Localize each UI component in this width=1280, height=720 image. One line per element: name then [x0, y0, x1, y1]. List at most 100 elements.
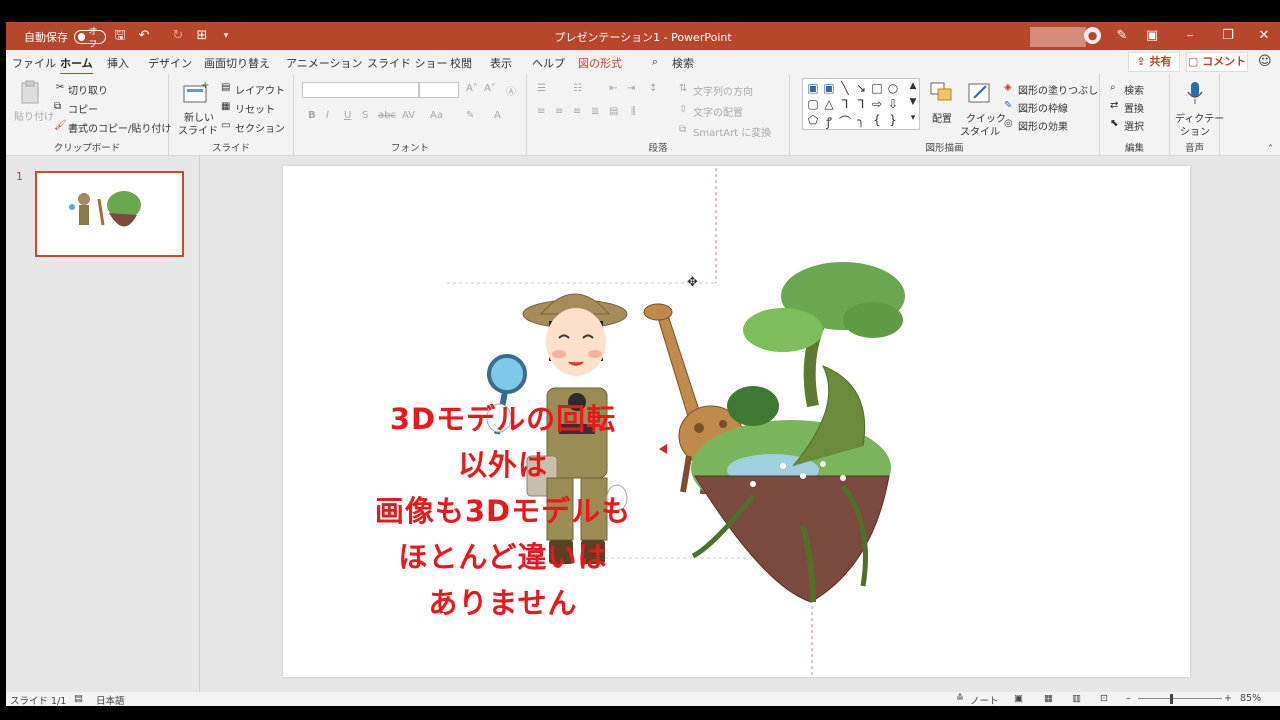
layout-button[interactable]: レイアウト [235, 82, 285, 97]
line-spacing-icon[interactable]: ↕ [649, 83, 657, 94]
shape-outline-button[interactable]: 図形の枠線 [1018, 100, 1068, 115]
zoom-out-icon[interactable]: – [1126, 693, 1131, 704]
new-slide-icon[interactable]: + [181, 80, 209, 106]
pen-icon[interactable]: ✎ [1112, 26, 1132, 46]
distributed-icon[interactable]: ▤ [609, 106, 618, 117]
find-icon[interactable]: ⌕ [1110, 82, 1116, 93]
format-painter-icon[interactable]: 🖌 [54, 120, 67, 131]
slideshow-icon[interactable]: ⊡ [1100, 693, 1108, 704]
copy-icon[interactable]: ⧉ [54, 101, 61, 112]
shape-fill-icon[interactable]: ◈ [1004, 82, 1012, 93]
select-icon[interactable]: ⬉ [1110, 118, 1118, 129]
tab-insert[interactable]: 挿入 [107, 55, 129, 71]
smartart-icon[interactable]: ⧉ [679, 124, 686, 135]
rectangle-shape-icon[interactable]: □ [869, 81, 885, 95]
font-name-combobox[interactable] [302, 82, 419, 98]
accessibility-icon[interactable]: ▤ [74, 693, 83, 704]
down-arrow-shape-icon[interactable]: ⇩ [885, 97, 901, 111]
tell-me-search[interactable]: 検索 [672, 55, 694, 71]
shape-effects-button[interactable]: 図形の効果 [1018, 118, 1068, 133]
arrange-button[interactable]: 配置 [932, 110, 952, 125]
account-name[interactable] [1030, 27, 1086, 47]
reset-button[interactable]: リセット [235, 101, 275, 116]
oval-shape-icon[interactable]: ○ [885, 81, 901, 95]
tab-animations[interactable]: アニメーション [286, 55, 363, 71]
line-shape-icon[interactable]: ╲ [837, 81, 853, 95]
underline-icon[interactable]: U [344, 110, 351, 121]
font-size-combobox[interactable] [419, 82, 459, 98]
align-text-button[interactable]: 文字の配置 [693, 104, 743, 119]
align-center-icon[interactable]: ≡ [555, 106, 563, 117]
notes-button[interactable]: ノート [970, 693, 999, 706]
justify-icon[interactable]: ≣ [591, 106, 599, 117]
font-color-icon[interactable]: A [494, 110, 501, 121]
zoom-slider-thumb[interactable] [1170, 694, 1173, 704]
format-painter-button[interactable]: 書式のコピー/貼り付け [68, 120, 171, 135]
slide-canvas[interactable]: ✥ 3Dモデルの回転 以外は 画像も3Dモデルも ほとんど違いは ありません [283, 166, 1190, 677]
quick-styles-icon[interactable] [966, 80, 994, 106]
tab-design[interactable]: デザイン [148, 55, 192, 71]
clear-format-icon[interactable]: Ⓐ [506, 83, 516, 98]
replace-icon[interactable]: ⇄ [1110, 100, 1118, 111]
align-right-icon[interactable]: ≡ [573, 106, 581, 117]
cut-button[interactable]: 切り取り [68, 82, 108, 97]
rounded-rect-shape-icon[interactable]: ▢ [805, 97, 821, 111]
microphone-icon[interactable] [1181, 80, 1209, 106]
left-brace-shape-icon[interactable]: { [869, 113, 885, 127]
quick-styles-label-2[interactable]: スタイル [960, 123, 1000, 138]
search-icon[interactable]: ⌕ [652, 55, 658, 69]
highlight-icon[interactable]: ✎ [466, 110, 474, 121]
gallery-more-icon[interactable]: ▾ [905, 113, 921, 123]
decrease-indent-icon[interactable]: ⇤ [609, 83, 617, 94]
tab-help[interactable]: ヘルプ [532, 55, 565, 71]
bold-icon[interactable]: B [308, 110, 316, 121]
replace-button[interactable]: 置換 [1124, 100, 1144, 115]
textbox-shape-icon[interactable]: ▣ [805, 81, 821, 95]
zoom-level[interactable]: 85% [1240, 693, 1261, 704]
section-button[interactable]: セクション [235, 120, 285, 135]
shadow-icon[interactable]: S [362, 110, 368, 121]
new-slide-label-2[interactable]: スライド [178, 122, 218, 137]
feedback-smiley-icon[interactable]: ☺ [1258, 54, 1272, 69]
change-case-icon[interactable]: Aa [430, 110, 443, 121]
scribble-shape-icon[interactable]: ꝭ [821, 113, 837, 130]
close-icon[interactable]: ✕ [1254, 26, 1274, 46]
shrink-font-icon[interactable]: A˅ [484, 83, 496, 94]
strikethrough-icon[interactable]: abc [378, 110, 396, 121]
align-text-icon[interactable]: ⇳ [679, 104, 687, 115]
copy-button[interactable]: コピー [68, 101, 98, 116]
triangle-shape-icon[interactable]: △ [821, 97, 837, 111]
arc-shape-icon[interactable]: ⌒ [837, 113, 853, 130]
elbow-shape-icon[interactable]: ⅂ [853, 97, 869, 111]
zoom-in-icon[interactable]: + [1224, 693, 1232, 704]
align-left-icon[interactable]: ≡ [537, 106, 545, 117]
tab-home[interactable]: ホーム [60, 55, 93, 75]
shapes-gallery[interactable]: ▣ ▣ ╲ ↘ □ ○ ▢ △ ⅂ ⅂ ⇨ ⇩ ⬠ ꝭ ⌒ ╮ { } ▲ ▼ [802, 78, 920, 130]
slide-thumbnail[interactable] [35, 171, 184, 257]
gallery-up-icon[interactable]: ▲ [905, 81, 921, 91]
vertical-textbox-shape-icon[interactable]: ▣ [821, 81, 837, 95]
arrange-icon[interactable] [928, 80, 956, 106]
normal-view-icon[interactable]: ▣ [1014, 693, 1023, 704]
reset-icon[interactable]: ▦ [221, 101, 230, 112]
cut-icon[interactable]: ✂ [56, 82, 64, 93]
gallery-down-icon[interactable]: ▼ [905, 97, 921, 107]
text-direction-icon[interactable]: ⇅ [679, 83, 687, 94]
layout-icon[interactable]: ▤ [221, 82, 230, 93]
grow-font-icon[interactable]: A˄ [466, 83, 478, 94]
paste-icon[interactable] [17, 80, 45, 106]
tab-file[interactable]: ファイル [12, 55, 56, 71]
slide-sorter-icon[interactable]: ▦ [1044, 693, 1053, 704]
minimize-icon[interactable]: – [1180, 26, 1200, 46]
section-icon[interactable]: ▭ [221, 120, 230, 131]
collapse-ribbon-icon[interactable]: ˄ [1268, 144, 1273, 155]
tab-view[interactable]: 表示 [490, 55, 512, 71]
tab-picture-format[interactable]: 図の形式 [578, 55, 622, 71]
right-arrow-shape-icon[interactable]: ⇨ [869, 97, 885, 111]
notes-icon[interactable]: ≙ [956, 693, 964, 704]
columns-icon[interactable]: ⫼ [631, 106, 636, 117]
right-brace-shape-icon[interactable]: } [885, 113, 901, 127]
ribbon-display-icon[interactable]: ▣ [1142, 26, 1162, 46]
bullets-icon[interactable]: ☰ [537, 83, 546, 94]
avatar-icon[interactable]: ● [1084, 27, 1101, 44]
